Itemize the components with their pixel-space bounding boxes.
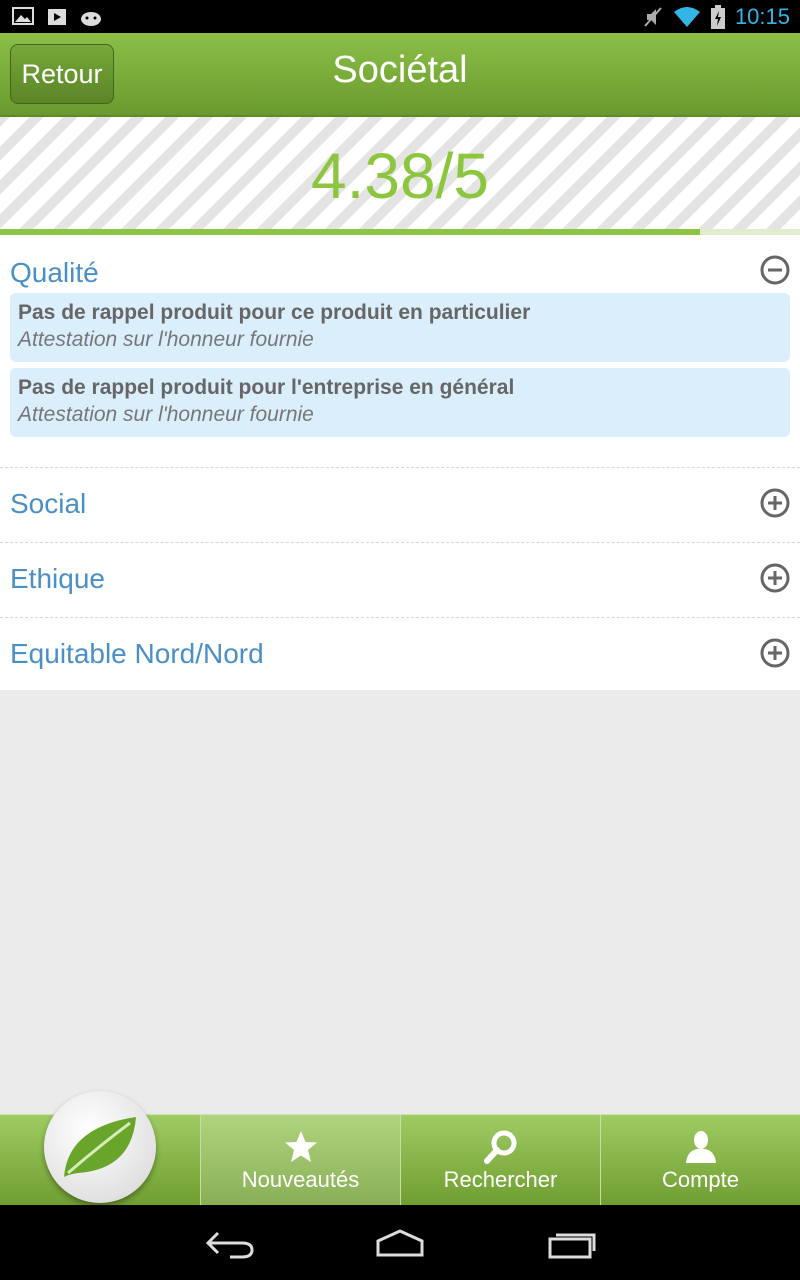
wifi-icon (673, 7, 700, 27)
item-subtitle: Attestation sur l'honneur fournie (18, 328, 314, 351)
item-title: Pas de rappel produit pour ce produit en… (18, 301, 531, 324)
tab-label: Compte (661, 1167, 740, 1192)
home-logo-button[interactable] (44, 1091, 156, 1203)
tab-label: Rechercher (443, 1167, 558, 1192)
mute-icon (644, 7, 662, 27)
person-icon (686, 1131, 716, 1163)
action-bar: Retour Sociétal (0, 33, 800, 117)
section-social: Social (0, 468, 800, 543)
item-title: Pas de rappel produit pour l'entreprise … (18, 376, 515, 399)
leaf-icon (64, 1117, 136, 1177)
section-title: Social (10, 488, 87, 519)
section-header-qualite[interactable]: Qualité (0, 235, 800, 293)
section-title: Qualité (10, 257, 99, 288)
star-icon (285, 1131, 317, 1162)
tab-label: Nouveautés (241, 1167, 360, 1192)
clock: 10:15 (734, 4, 790, 29)
collapse-minus-icon[interactable] (760, 255, 790, 285)
tab-bar: Nouveautés Rechercher Compte (0, 1091, 800, 1206)
page-title: Sociétal (332, 49, 468, 91)
search-icon (484, 1130, 517, 1164)
section-equitable: Equitable Nord/Nord (0, 618, 800, 692)
expand-plus-icon[interactable] (760, 488, 790, 518)
score-banner: 4.38/5 (0, 117, 800, 229)
list-item: Pas de rappel produit pour ce produit en… (10, 293, 790, 362)
score-value: 4.38/5 (311, 140, 489, 212)
system-nav-bar (0, 1205, 800, 1280)
section-ethique: Ethique (0, 543, 800, 618)
back-icon[interactable] (200, 1225, 260, 1261)
expand-plus-icon[interactable] (760, 563, 790, 593)
section-items: Pas de rappel produit pour ce produit en… (0, 293, 800, 467)
recents-icon[interactable] (542, 1225, 602, 1261)
expand-plus-icon[interactable] (760, 638, 790, 668)
criteria-list: Qualité Pas de rappel produit pour ce pr… (0, 235, 800, 690)
status-bar: 10:15 (0, 0, 800, 33)
section-header-equitable[interactable]: Equitable Nord/Nord (0, 618, 800, 692)
tab-rechercher[interactable]: Rechercher (400, 1115, 600, 1206)
section-title: Equitable Nord/Nord (10, 638, 264, 669)
battery-icon (710, 5, 725, 29)
item-subtitle: Attestation sur l'honneur fournie (18, 403, 314, 426)
home-icon[interactable] (370, 1225, 430, 1261)
play-store-icon (48, 9, 66, 25)
section-qualite: Qualité Pas de rappel produit pour ce pr… (0, 235, 800, 468)
tab-compte[interactable]: Compte (600, 1115, 800, 1206)
section-header-social[interactable]: Social (0, 468, 800, 542)
tab-nouveautes[interactable]: Nouveautés (200, 1115, 400, 1206)
empty-background (0, 690, 800, 1114)
image-icon (12, 7, 34, 25)
list-item: Pas de rappel produit pour l'entreprise … (10, 368, 790, 437)
android-icon (81, 12, 101, 26)
section-title: Ethique (10, 563, 105, 594)
section-header-ethique[interactable]: Ethique (0, 543, 800, 617)
